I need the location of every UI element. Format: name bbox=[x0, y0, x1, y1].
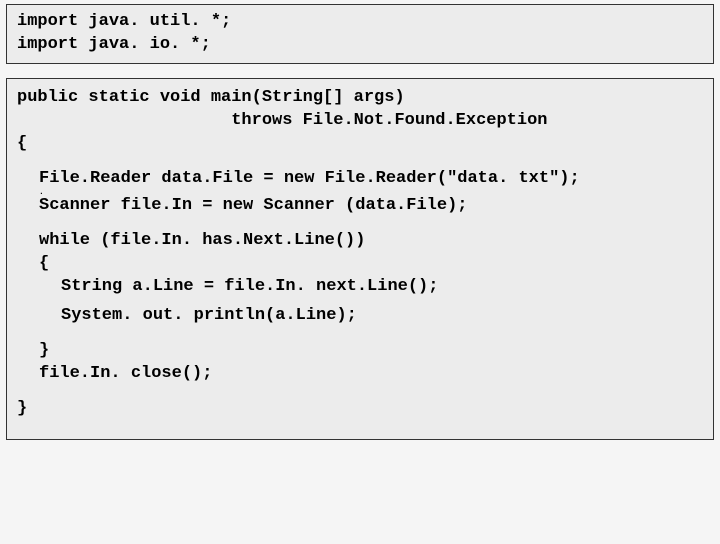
scanner-declaration: Scanner file.In = new Scanner (data.File… bbox=[39, 195, 703, 218]
while-statement: while (file.In. has.Next.Line()) bbox=[39, 230, 703, 253]
main-method-block: public static void main(String[] args) t… bbox=[6, 78, 714, 440]
string-assignment: String a.Line = file.In. next.Line(); bbox=[61, 276, 703, 299]
println-call: System. out. println(a.Line); bbox=[61, 305, 703, 328]
while-open-brace: { bbox=[39, 253, 703, 276]
main-open-brace: { bbox=[17, 133, 703, 156]
imports-block: import java. util. *; import java. io. *… bbox=[6, 4, 714, 64]
main-close-brace: } bbox=[17, 398, 703, 421]
import-io-line: import java. io. *; bbox=[17, 34, 703, 57]
filereader-declaration: File.Reader data.File = new File.Reader(… bbox=[39, 168, 703, 191]
main-signature-line2: throws File.Not.Found.Exception bbox=[17, 110, 703, 133]
main-signature-line1: public static void main(String[] args) bbox=[17, 87, 703, 110]
import-util-line: import java. util. *; bbox=[17, 11, 703, 34]
while-close-brace: } bbox=[39, 340, 703, 363]
close-call: file.In. close(); bbox=[39, 363, 703, 386]
